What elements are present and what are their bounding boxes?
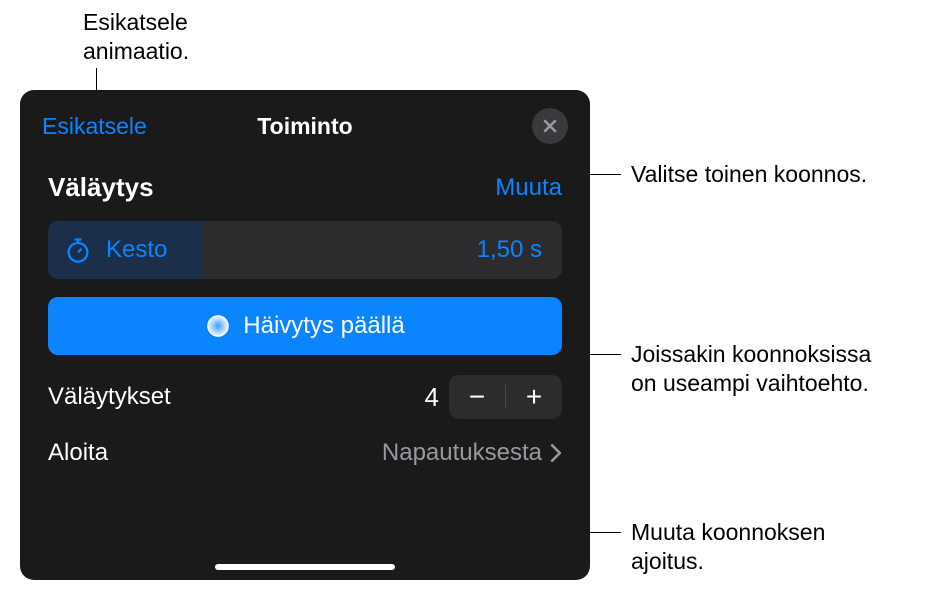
change-button[interactable]: Muuta: [495, 174, 562, 202]
fade-icon: [205, 313, 231, 339]
panel-header: Esikatsele Toiminto: [20, 90, 590, 156]
start-row[interactable]: Aloita Napautuksesta: [20, 439, 590, 487]
effect-name: Väläytys: [48, 172, 154, 203]
duration-slider[interactable]: Kesto 1,50 s: [48, 221, 562, 279]
duration-label: Kesto: [106, 236, 167, 264]
duration-value: 1,50 s: [477, 236, 542, 264]
timer-icon: [64, 236, 92, 264]
fade-label: Häivytys päällä: [243, 312, 404, 340]
stepper-plus-button[interactable]: +: [506, 375, 562, 419]
fade-toggle-button[interactable]: Häivytys päällä: [48, 297, 562, 355]
callout-fade: Joissakin koonnoksissa on useampi vaihto…: [631, 340, 871, 398]
flashes-count: 4: [415, 382, 439, 413]
close-button[interactable]: [532, 108, 568, 144]
start-value: Napautuksesta: [382, 439, 542, 467]
flashes-label: Väläytykset: [48, 383, 171, 411]
chevron-right-icon: [550, 444, 562, 462]
home-indicator: [215, 564, 395, 570]
flashes-row: Väläytykset 4 − +: [20, 375, 590, 439]
start-label: Aloita: [48, 439, 108, 467]
callout-change: Valitse toinen koonnos.: [631, 160, 867, 189]
stepper-minus-button[interactable]: −: [449, 375, 505, 419]
action-panel: Esikatsele Toiminto Väläytys Muuta Kesto: [20, 90, 590, 580]
flashes-stepper: − +: [449, 375, 562, 419]
callout-start: Muuta koonnoksen ajoitus.: [631, 518, 825, 576]
panel-title: Toiminto: [257, 113, 352, 140]
preview-button[interactable]: Esikatsele: [42, 113, 147, 140]
close-icon: [542, 118, 558, 134]
callout-preview: Esikatsele animaatio.: [83, 8, 189, 66]
effect-row: Väläytys Muuta: [20, 156, 590, 221]
